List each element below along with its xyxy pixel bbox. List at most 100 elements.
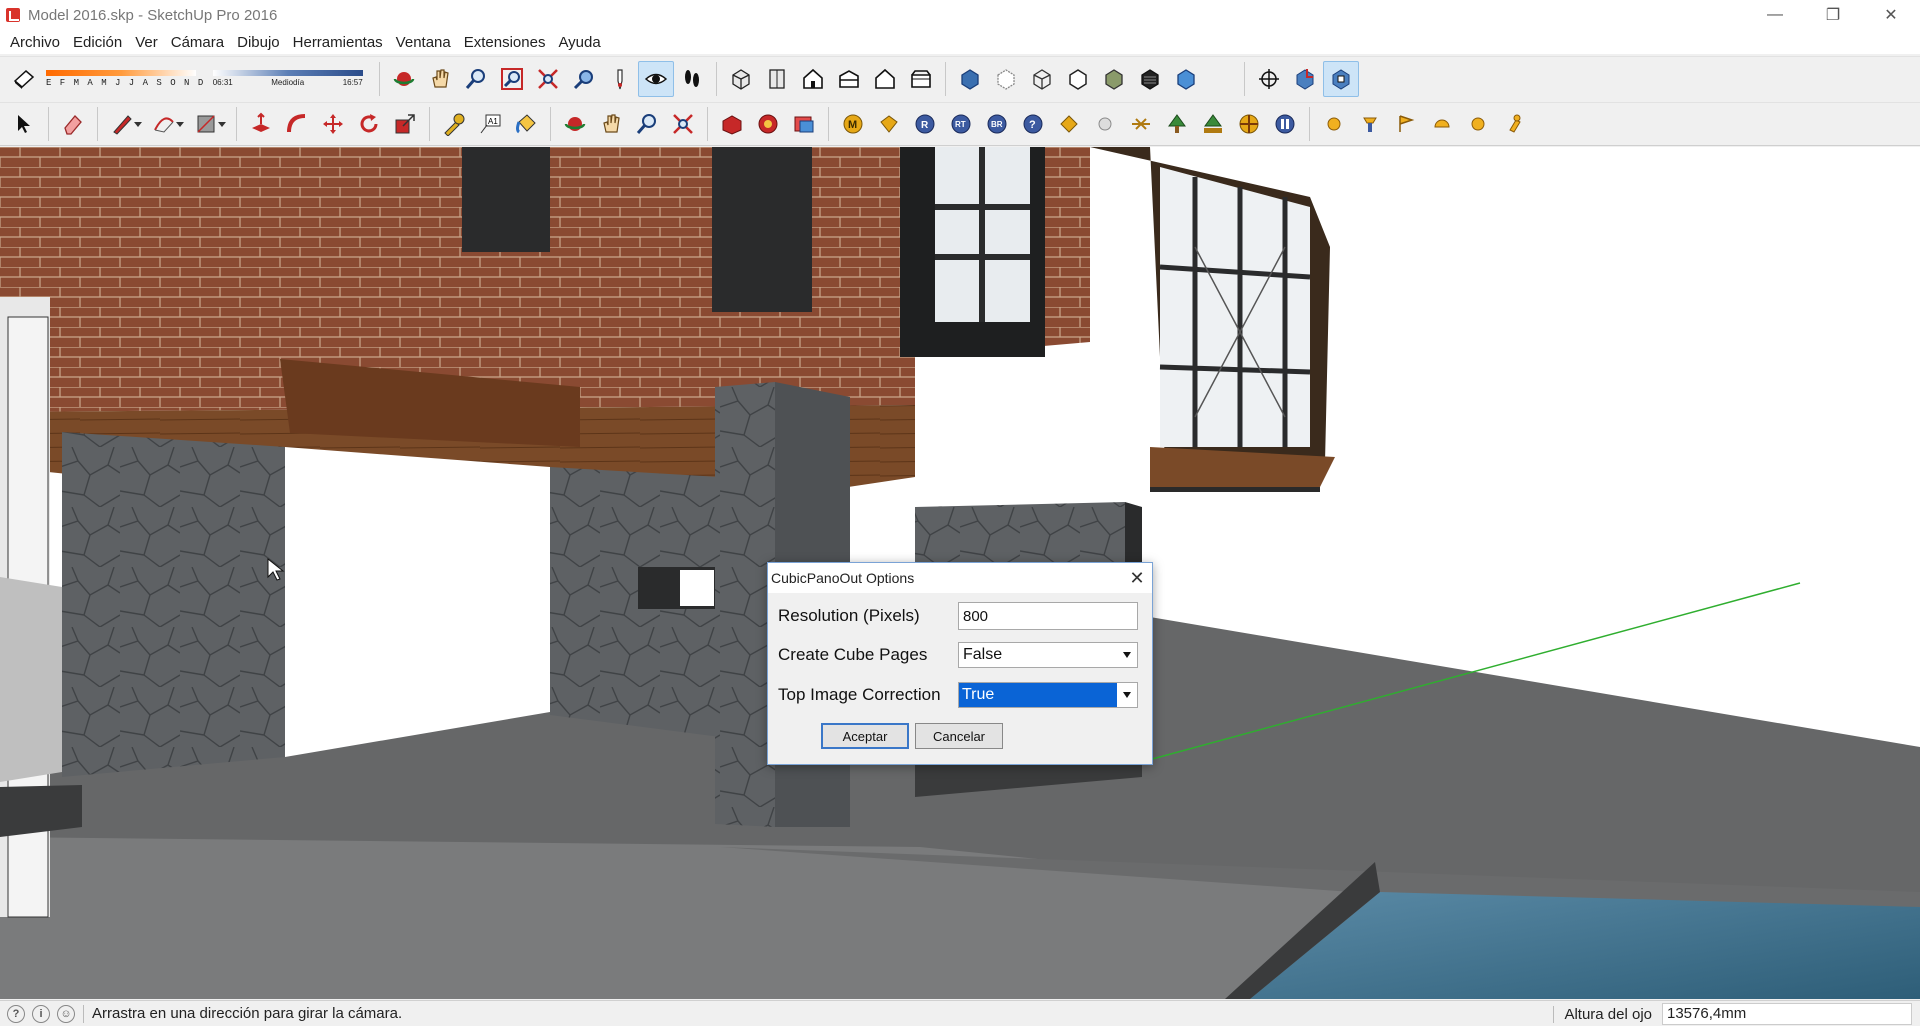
- menu-extensiones[interactable]: Extensiones: [458, 34, 552, 51]
- plugin-help-button[interactable]: ?: [1015, 106, 1051, 142]
- close-window-button[interactable]: ✕: [1862, 0, 1920, 30]
- left-view-button[interactable]: [903, 61, 939, 97]
- plugin-target-icon: [1239, 114, 1259, 134]
- previous-view-icon: [573, 69, 593, 89]
- plugin-tree2-button[interactable]: [1195, 106, 1231, 142]
- user-account-icon[interactable]: ☺: [57, 1004, 75, 1023]
- plugin-pause-button[interactable]: [1267, 106, 1303, 142]
- plugin-r-button[interactable]: R: [907, 106, 943, 142]
- plugin-tree-button[interactable]: [1159, 106, 1195, 142]
- rectangle-dropdown-arrow[interactable]: [218, 121, 226, 127]
- plugin-pin-button[interactable]: [1496, 106, 1532, 142]
- zoom-extents-button-2[interactable]: [665, 106, 701, 142]
- rotate-button[interactable]: [351, 106, 387, 142]
- plugin-flag-button[interactable]: [1388, 106, 1424, 142]
- eraser-button[interactable]: [55, 106, 91, 142]
- move-button[interactable]: [315, 106, 351, 142]
- arc-dropdown-arrow[interactable]: [176, 121, 184, 127]
- plugin-m-button[interactable]: M: [835, 106, 871, 142]
- right-view-button[interactable]: [831, 61, 867, 97]
- plugin-cross-button[interactable]: [1123, 106, 1159, 142]
- shadow-toggle-button[interactable]: [6, 61, 42, 97]
- vcb-value-field[interactable]: 13576,4mm: [1662, 1003, 1912, 1025]
- geo-location-icon[interactable]: ?: [7, 1004, 25, 1023]
- plugin-rt-button[interactable]: RT: [943, 106, 979, 142]
- cancel-button[interactable]: Cancelar: [915, 723, 1003, 749]
- orbit-button[interactable]: [386, 61, 422, 97]
- previous-view-button[interactable]: [566, 61, 602, 97]
- plugin-dome-button[interactable]: [1424, 106, 1460, 142]
- shaded-textures-icon: [1141, 68, 1159, 90]
- accept-button[interactable]: Aceptar: [821, 723, 909, 749]
- close-icon[interactable]: ✕: [1122, 563, 1152, 593]
- xray-button[interactable]: [952, 61, 988, 97]
- wireframe-button[interactable]: [1024, 61, 1060, 97]
- hidden-line-button[interactable]: [1060, 61, 1096, 97]
- push-pull-button[interactable]: [243, 106, 279, 142]
- create-cube-pages-select[interactable]: False: [958, 642, 1138, 668]
- shadow-time-slider[interactable]: 06:31 Mediodía 16:57: [212, 70, 363, 87]
- select-button[interactable]: [6, 106, 42, 142]
- title-bar: Model 2016.skp - SketchUp Pro 2016 — ❐ ✕: [0, 0, 1920, 30]
- line-dropdown-arrow[interactable]: [134, 121, 142, 127]
- zoom-button-2[interactable]: [629, 106, 665, 142]
- menu-edicion[interactable]: Edición: [67, 34, 128, 51]
- menu-camara[interactable]: Cámara: [165, 34, 230, 51]
- position-camera-button[interactable]: [602, 61, 638, 97]
- walk-button[interactable]: [674, 61, 710, 97]
- menu-herramientas[interactable]: Herramientas: [287, 34, 389, 51]
- maximize-button[interactable]: ❐: [1804, 0, 1862, 30]
- text-button[interactable]: A1: [472, 106, 508, 142]
- plugin-tag2-button[interactable]: [1051, 106, 1087, 142]
- chevron-down-icon[interactable]: [1117, 683, 1137, 707]
- plugin-ball2-button[interactable]: [1460, 106, 1496, 142]
- menu-dibujo[interactable]: Dibujo: [231, 34, 286, 51]
- minimize-button[interactable]: —: [1746, 0, 1804, 30]
- plugin-ball-button[interactable]: [1316, 106, 1352, 142]
- menu-ayuda[interactable]: Ayuda: [552, 34, 606, 51]
- plugin-br-button[interactable]: BR: [979, 106, 1015, 142]
- scale-button[interactable]: [387, 106, 423, 142]
- paint-bucket-button[interactable]: [508, 106, 544, 142]
- front-view-button[interactable]: [795, 61, 831, 97]
- extension-warehouse-button[interactable]: [750, 106, 786, 142]
- plugin-sphere-button[interactable]: [1087, 106, 1123, 142]
- shaded-textures-button[interactable]: [1132, 61, 1168, 97]
- top-view-button[interactable]: [759, 61, 795, 97]
- layout-button[interactable]: [786, 106, 822, 142]
- menu-ver[interactable]: Ver: [129, 34, 164, 51]
- menu-archivo[interactable]: Archivo: [4, 34, 66, 51]
- tape-measure-button[interactable]: [436, 106, 472, 142]
- iso-view-button[interactable]: [723, 61, 759, 97]
- back-view-button[interactable]: [867, 61, 903, 97]
- zoom-extents-button[interactable]: [530, 61, 566, 97]
- top-image-correction-select[interactable]: True: [958, 682, 1138, 708]
- section-cuts-button[interactable]: [1322, 60, 1359, 97]
- follow-me-button[interactable]: [279, 106, 315, 142]
- toolbar-separator: [550, 107, 551, 141]
- toolbar-tools: A1 M R RT BR ?: [0, 102, 1920, 146]
- model-viewport[interactable]: CubicPanoOut Options ✕ Resolution (Pixel…: [0, 147, 1920, 999]
- pan-button[interactable]: [422, 61, 458, 97]
- monochrome-button[interactable]: [1168, 61, 1204, 97]
- plugin-tag-button[interactable]: [871, 106, 907, 142]
- warehouse-button[interactable]: [714, 106, 750, 142]
- plugin-lamp-button[interactable]: [1352, 106, 1388, 142]
- resolution-input[interactable]: [958, 602, 1138, 630]
- shaded-button[interactable]: [1096, 61, 1132, 97]
- back-edges-button[interactable]: [988, 61, 1024, 97]
- shadow-date-slider[interactable]: E F M A M J J A S O N D: [46, 69, 205, 88]
- zoom-window-button[interactable]: [494, 61, 530, 97]
- orbit-button-2[interactable]: [557, 106, 593, 142]
- display-section-button[interactable]: [1287, 61, 1323, 97]
- pan-button-2[interactable]: [593, 106, 629, 142]
- plugin-target-button[interactable]: [1231, 106, 1267, 142]
- toolbar-separator: [48, 107, 49, 141]
- look-around-button[interactable]: [637, 60, 674, 97]
- menu-ventana[interactable]: Ventana: [390, 34, 457, 51]
- credits-icon[interactable]: i: [32, 1004, 50, 1023]
- chevron-down-icon[interactable]: [1117, 643, 1137, 667]
- orbit-icon: [564, 117, 586, 131]
- zoom-button[interactable]: [458, 61, 494, 97]
- section-plane-button[interactable]: [1251, 61, 1287, 97]
